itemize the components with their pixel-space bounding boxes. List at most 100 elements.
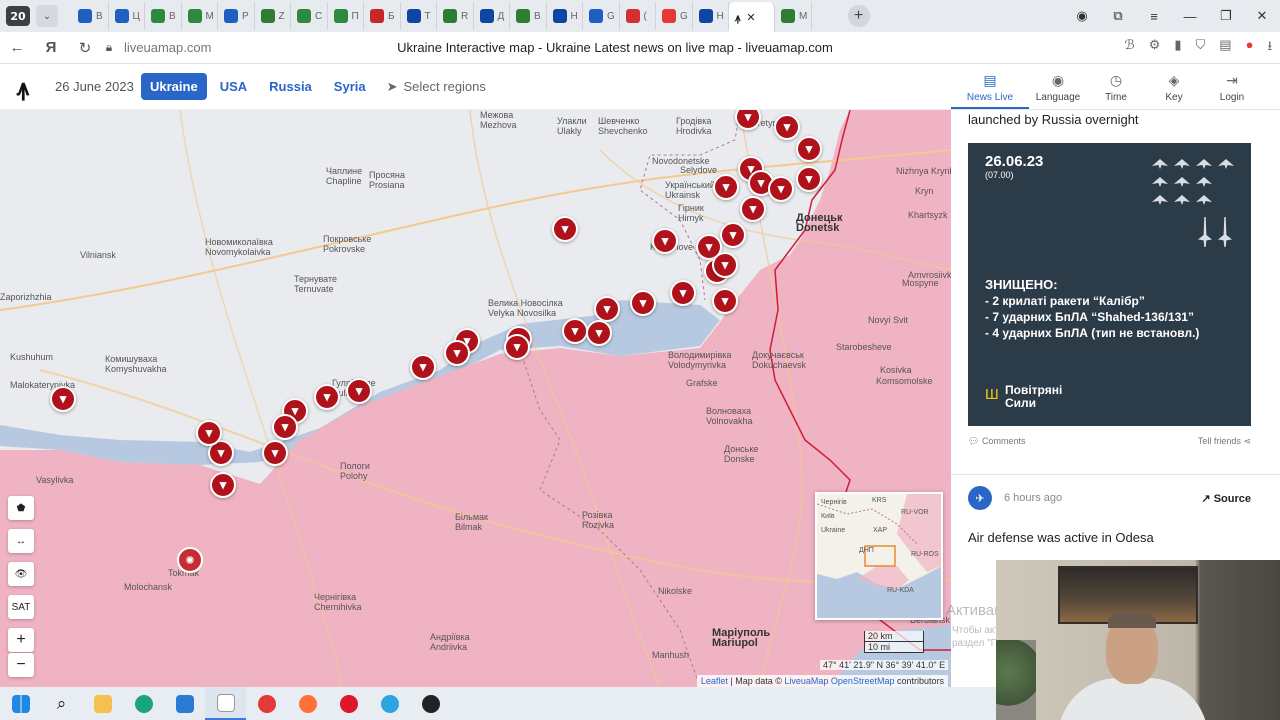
browser-tab[interactable]: M [182,2,218,30]
city-label[interactable]: Покровське Pokrovske [323,234,371,254]
firefox-icon[interactable] [287,687,328,720]
city-label[interactable]: Донське Donske [724,444,758,464]
shelling-marker-icon[interactable]: ▾ [712,252,738,278]
shelling-marker-icon[interactable]: ▾ [210,472,236,498]
tab-count-badge[interactable]: 20 [6,6,30,26]
city-label[interactable]: Більмак Bilmak [455,512,488,532]
shelling-marker-icon[interactable]: ▾ [196,420,222,446]
browser-tab[interactable]: C [291,2,328,30]
recorder-icon[interactable] [410,687,451,720]
region-tab-ukraine[interactable]: Ukraine [141,73,207,100]
nav-login[interactable]: ⇥ Login [1203,64,1261,109]
extension-icon[interactable]: ⚙︎ [1149,37,1161,59]
city-label[interactable]: Starobesheve [836,342,892,352]
post-text[interactable]: Air defense was active in Odesa [968,530,1251,545]
air-force-infographic[interactable]: 26.06.23 (07.00) ЗНИЩЕНО: - 2 крилаті ра… [968,143,1251,426]
nav-language[interactable]: ◉ Language [1029,64,1087,109]
shelling-marker-icon[interactable]: ▾ [713,174,739,200]
nav-news-live[interactable]: ▤ News Live [951,64,1029,109]
region-tab-syria[interactable]: Syria [325,73,375,100]
city-label[interactable]: Selydove [680,165,717,175]
shelling-marker-icon[interactable]: ▾ [774,114,800,140]
opera-icon[interactable] [328,687,369,720]
city-label[interactable]: Андріївка Andriivka [430,632,470,652]
reload-icon[interactable]: ↻ [68,39,102,57]
yandex-icon[interactable] [246,687,287,720]
city-label[interactable]: Чаплине Chapline [326,166,362,186]
news-post[interactable]: ✈ 6 hours ago ↗ Source Air defense was a… [968,486,1251,545]
map-ctl-hide-icon[interactable]: 👁 [8,562,34,586]
liveuamap-app-icon[interactable] [205,687,246,720]
city-label[interactable]: Grafske [686,378,718,388]
restore-button[interactable]: ❐ [1208,8,1244,24]
city-label[interactable]: Vasylivka [36,475,73,485]
city-label[interactable]: Просяна Prosiana [369,170,405,190]
shelling-marker-icon[interactable]: ▾ [346,378,372,404]
city-label[interactable]: Kosivka [880,365,912,375]
shelling-marker-icon[interactable]: ▾ [768,176,794,202]
browser-tab[interactable]: Б [364,2,401,30]
explosion-marker[interactable]: ✺ [177,547,203,573]
city-label[interactable]: Vilniansk [80,250,116,260]
translate-icon[interactable]: ℬ [1124,37,1134,59]
city-label[interactable]: Mospyne [902,278,939,288]
yandex-logo-icon[interactable]: Я [34,39,68,56]
city-label[interactable]: Комишуваха Komyshuvakha [105,354,167,374]
city-label[interactable]: Володимирівка Volodymyrivka [668,350,731,370]
browser-tab[interactable]: B [145,2,182,30]
city-label[interactable]: Межова Mezhova [480,110,517,130]
comments-link[interactable]: 💬︎ Comments [968,436,1025,447]
shelling-marker-icon[interactable]: ▾ [670,280,696,306]
map-view[interactable]: Межова Mezhova Улакли Ulakly Шевченко Shevche… [0,110,951,687]
city-label[interactable]: Маріуполь Mariupol [712,628,770,649]
city-label[interactable]: Khartsyzk [908,210,948,220]
city-label[interactable]: Волноваха Volnovakha [706,406,753,426]
city-label[interactable]: Molochansk [124,582,172,592]
file-explorer-icon[interactable] [82,687,123,720]
shelling-marker-icon[interactable]: ▾ [720,222,746,248]
shelling-marker-icon[interactable]: ▾ [262,440,288,466]
shelling-marker-icon[interactable]: ▾ [712,288,738,314]
shelling-marker-icon[interactable]: ▾ [562,318,588,344]
select-regions-button[interactable]: ➤ Select regions [387,79,486,95]
minimize-button[interactable]: — [1172,9,1208,24]
telegram-icon[interactable] [369,687,410,720]
shelling-marker-icon[interactable]: ▾ [50,386,76,412]
tell-friends-link[interactable]: Tell friends ⋖ [1198,436,1251,447]
region-tab-usa[interactable]: USA [211,73,256,100]
source-link[interactable]: ↗ Source [1201,492,1251,505]
url-field[interactable]: liveuamap.com [124,40,211,55]
collections-bar-icon[interactable]: ▤ [1219,37,1231,59]
windows-start-icon[interactable] [0,687,41,720]
nav-time[interactable]: ◷ Time [1087,64,1145,109]
liveuamap-logo[interactable]: ꙟ [17,72,55,102]
collections-icon[interactable]: ⧉ [1100,8,1136,24]
shelling-marker-icon[interactable]: ▾ [740,196,766,222]
zoom-out-button[interactable]: − [8,653,34,677]
menu-icon[interactable]: ≡ [1136,9,1172,24]
city-label[interactable]: Zaporizhzhia [0,292,52,302]
city-label[interactable]: Пологи Polohy [340,461,370,481]
shelling-marker-icon[interactable]: ▾ [630,290,656,316]
shelling-marker-icon[interactable]: ▾ [586,320,612,346]
city-label[interactable]: Чернігівка Chernihivka [314,592,362,612]
region-tab-russia[interactable]: Russia [260,73,321,100]
shelling-marker-icon[interactable]: ▾ [594,296,620,322]
leaflet-link[interactable]: Leaflet [701,676,728,686]
shelling-marker-icon[interactable]: ▾ [652,228,678,254]
city-label[interactable]: Тернувате Ternuvate [294,274,337,294]
city-label[interactable]: Розівка Rozivka [582,510,614,530]
city-label[interactable]: Донецьк Donetsk [796,213,842,234]
liveuamap-link[interactable]: LiveuaMap [784,676,828,686]
browser-tab[interactable]: Ц [109,2,145,30]
map-ctl-sat-button[interactable]: SAT [8,595,34,619]
browser-tab[interactable]: ( [620,2,656,30]
browser-tab[interactable]: Д [474,2,510,30]
browser-tab[interactable]: B [510,2,547,30]
map-ctl-shape-icon[interactable]: ⬟ [8,496,34,520]
active-browser-tab[interactable]: ꙟ ✕ [729,2,775,32]
browser-tab[interactable]: R [437,2,474,30]
close-window-button[interactable]: ✕ [1244,8,1280,24]
close-tab-icon[interactable]: ✕ [746,11,755,24]
profile-icon[interactable]: ◉ [1064,8,1100,24]
